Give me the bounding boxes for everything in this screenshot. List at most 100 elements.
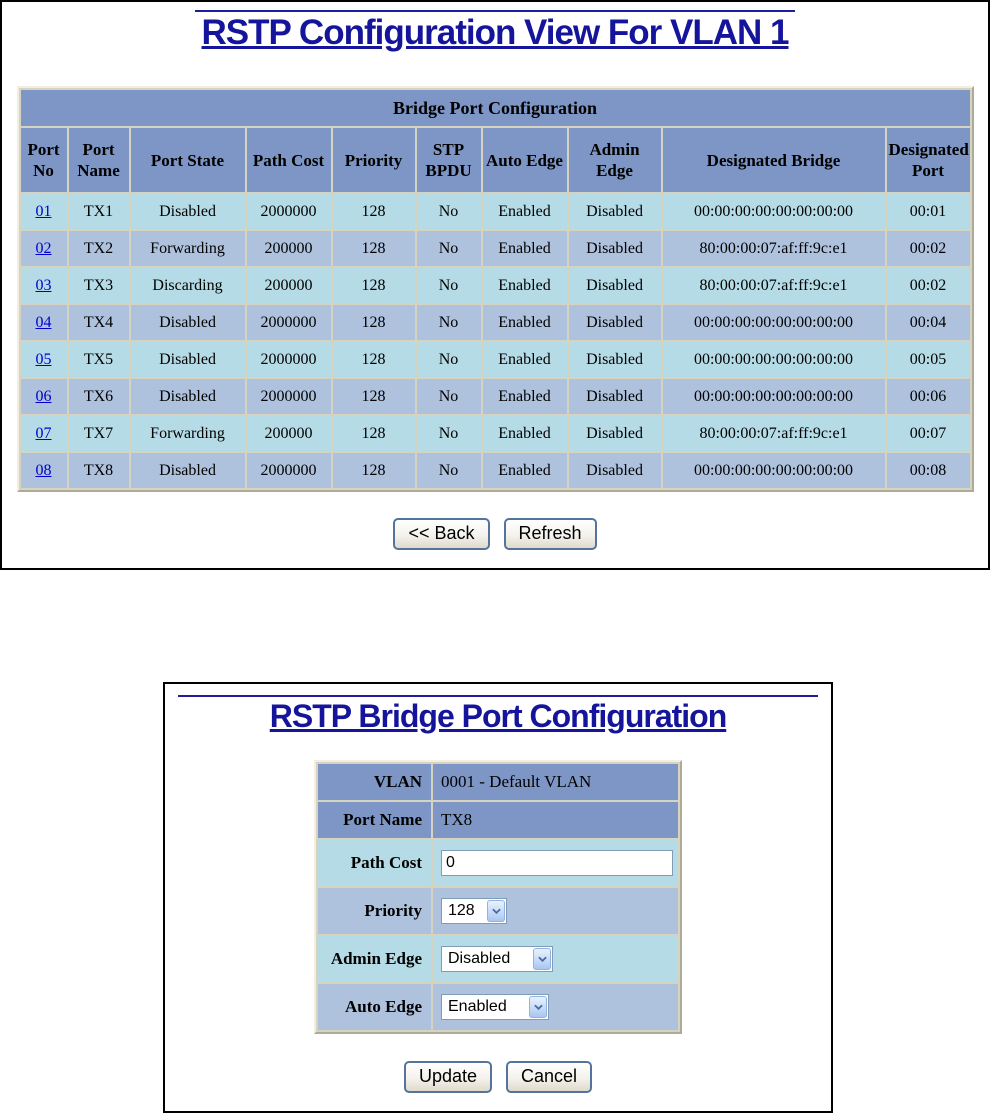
top-title-block: RSTP Configuration View For VLAN 1	[2, 10, 988, 53]
form-row-admin-edge: Admin Edge Disabled	[318, 935, 678, 982]
col-header-designated-bridge: Designated Bridge	[662, 128, 885, 193]
form-row-priority: Priority 128	[318, 887, 678, 934]
col-header-auto-edge: Auto Edge	[482, 128, 567, 193]
cell-priority: 128	[332, 416, 415, 452]
cell-port-name: TX5	[68, 342, 129, 378]
port-name-value: TX8	[433, 801, 678, 838]
cell-path-cost: 2000000	[246, 305, 331, 341]
port-link[interactable]: 01	[36, 203, 52, 220]
cell-stp-bpdu: No	[416, 231, 481, 267]
cell-port-name: TX7	[68, 416, 129, 452]
auto-edge-select[interactable]: Enabled	[441, 993, 549, 1020]
cell-admin-edge: Disabled	[568, 268, 661, 304]
cell-stp-bpdu: No	[416, 416, 481, 452]
cell-admin-edge: Disabled	[568, 453, 661, 489]
form-row-auto-edge: Auto Edge Enabled	[318, 983, 678, 1030]
cell-stp-bpdu: No	[416, 342, 481, 378]
cell-priority: 128	[332, 268, 415, 304]
admin-edge-select[interactable]: Disabled	[441, 945, 553, 972]
page-title: RSTP Configuration View For VLAN 1	[201, 13, 790, 52]
form-row-path-cost: Path Cost	[318, 839, 678, 886]
col-header-port-state: Port State	[130, 128, 245, 193]
cell-designated-port: 00:04	[886, 305, 970, 341]
cell-designated-bridge: 80:00:00:07:af:ff:9c:e1	[662, 231, 885, 267]
cell-designated-bridge: 00:00:00:00:00:00:00:00	[662, 194, 885, 230]
col-header-port-name: Port Name	[68, 128, 129, 193]
col-header-stp-bpdu: STP BPDU	[416, 128, 481, 193]
cell-path-cost: 200000	[246, 268, 331, 304]
chevron-down-icon	[533, 947, 551, 970]
cell-priority: 128	[332, 305, 415, 341]
table-row: 03 TX3 Discarding 200000 128 No Enabled Disable…	[20, 268, 970, 304]
cell-port-name: TX3	[68, 268, 129, 304]
col-header-admin-edge: Admin Edge	[568, 128, 661, 193]
chevron-down-icon	[487, 899, 505, 922]
cell-auto-edge: Enabled	[482, 268, 567, 304]
cell-port-state: Disabled	[130, 379, 245, 415]
cell-port-no: 03	[20, 268, 67, 304]
port-link[interactable]: 06	[36, 388, 52, 405]
port-link[interactable]: 02	[36, 240, 52, 257]
cancel-button[interactable]: Cancel	[506, 1060, 593, 1093]
rstp-bridge-port-config-panel: RSTP Bridge Port Configuration VLAN 0001…	[163, 682, 833, 1113]
priority-label: Priority	[318, 887, 431, 934]
cell-port-no: 04	[20, 305, 67, 341]
port-link[interactable]: 03	[36, 277, 52, 294]
cell-designated-port: 00:08	[886, 453, 970, 489]
port-link[interactable]: 07	[36, 425, 52, 442]
cell-admin-edge: Disabled	[568, 231, 661, 267]
cell-stp-bpdu: No	[416, 453, 481, 489]
cell-priority: 128	[332, 342, 415, 378]
cell-port-no: 08	[20, 453, 67, 489]
port-link[interactable]: 05	[36, 351, 52, 368]
refresh-button[interactable]: Refresh	[503, 518, 597, 551]
vlan-label: VLAN	[318, 763, 431, 800]
priority-select[interactable]: 128	[441, 897, 507, 924]
cell-admin-edge: Disabled	[568, 416, 661, 452]
port-link[interactable]: 04	[36, 314, 52, 331]
cell-auto-edge: Enabled	[482, 416, 567, 452]
col-header-priority: Priority	[332, 128, 415, 193]
table-row: 01 TX1 Disabled 2000000 128 No Enabled Disabled…	[20, 194, 970, 230]
bottom-title-block: RSTP Bridge Port Configuration	[165, 695, 831, 735]
bottom-button-row: Update Cancel	[165, 1060, 831, 1093]
cell-designated-bridge: 00:00:00:00:00:00:00:00	[662, 342, 885, 378]
table-row: 06 TX6 Disabled 2000000 128 No Enabled Disabled…	[20, 379, 970, 415]
cell-admin-edge: Disabled	[568, 194, 661, 230]
update-button[interactable]: Update	[403, 1060, 492, 1093]
vlan-value: 0001 - Default VLAN	[433, 763, 678, 800]
chevron-down-icon	[529, 995, 547, 1018]
cell-auto-edge: Enabled	[482, 231, 567, 267]
cell-auto-edge: Enabled	[482, 305, 567, 341]
admin-edge-label: Admin Edge	[318, 935, 431, 982]
cell-port-no: 07	[20, 416, 67, 452]
cell-port-no: 06	[20, 379, 67, 415]
path-cost-input[interactable]	[441, 849, 673, 876]
table-row: 04 TX4 Disabled 2000000 128 No Enabled Disabled…	[20, 305, 970, 341]
back-button[interactable]: << Back	[393, 518, 490, 551]
cell-path-cost: 2000000	[246, 379, 331, 415]
admin-edge-select-value: Disabled	[448, 949, 511, 967]
cell-port-name: TX2	[68, 231, 129, 267]
cell-admin-edge: Disabled	[568, 305, 661, 341]
auto-edge-select-value: Enabled	[448, 997, 507, 1015]
form-row-vlan: VLAN 0001 - Default VLAN	[318, 763, 678, 800]
bridge-port-form-table: VLAN 0001 - Default VLAN Port Name TX8 P…	[314, 759, 682, 1034]
cell-port-state: Discarding	[130, 268, 245, 304]
port-link[interactable]: 08	[36, 462, 52, 479]
cell-designated-port: 00:07	[886, 416, 970, 452]
cell-auto-edge: Enabled	[482, 342, 567, 378]
cell-port-state: Disabled	[130, 453, 245, 489]
cell-port-name: TX4	[68, 305, 129, 341]
auto-edge-label: Auto Edge	[318, 983, 431, 1030]
col-header-designated-port: Designated Port	[886, 128, 970, 193]
cell-priority: 128	[332, 453, 415, 489]
cell-port-state: Forwarding	[130, 231, 245, 267]
table-row: 07 TX7 Forwarding 200000 128 No Enabled Disable…	[20, 416, 970, 452]
cell-stp-bpdu: No	[416, 194, 481, 230]
cell-designated-port: 00:05	[886, 342, 970, 378]
cell-designated-bridge: 00:00:00:00:00:00:00:00	[662, 379, 885, 415]
cell-port-name: TX1	[68, 194, 129, 230]
cell-admin-edge: Disabled	[568, 342, 661, 378]
cell-stp-bpdu: No	[416, 305, 481, 341]
